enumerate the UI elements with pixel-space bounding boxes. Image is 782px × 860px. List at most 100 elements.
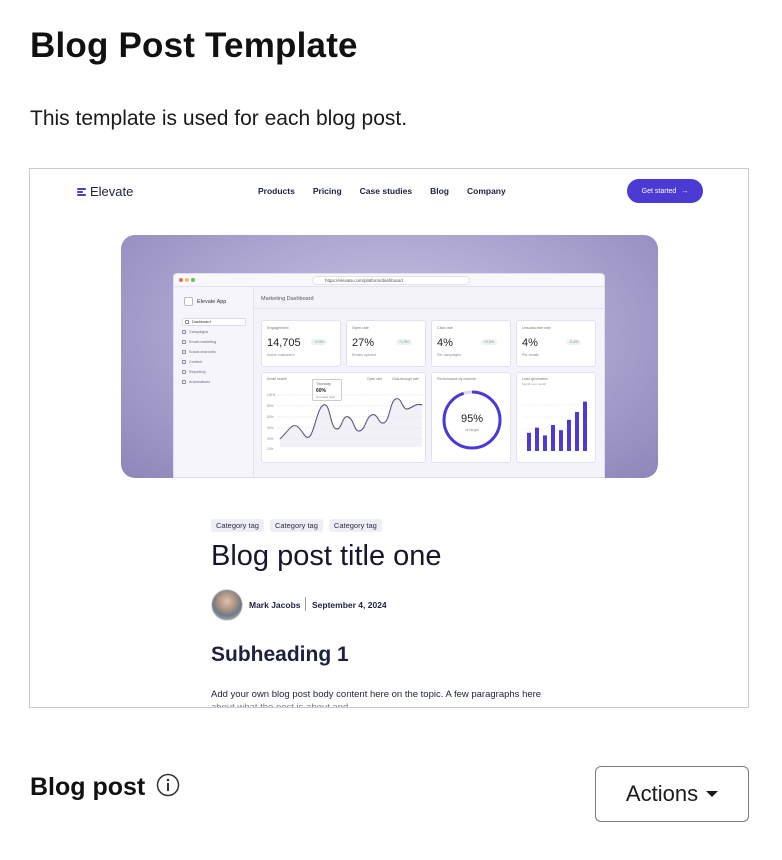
kpi-sub: Per campaigns — [437, 353, 461, 357]
site-logo-text: Elevate — [90, 184, 134, 199]
y-tick: 10% — [267, 447, 274, 451]
dashboard-title: Marketing Dashboard — [261, 296, 314, 302]
kpi-value: 4% — [522, 337, 538, 349]
email-line-chart — [278, 394, 423, 447]
browser-url: https://elevate.com/platform/dashboard — [312, 276, 470, 285]
category-tag[interactable]: Category tag — [269, 519, 323, 532]
hero-image: https://elevate.com/platform/dashboard E… — [121, 235, 658, 478]
y-tick: 60% — [267, 415, 274, 419]
caret-down-icon — [706, 791, 719, 797]
kpi-card: Engagement 14,705 +2.5% Active customers — [261, 320, 341, 367]
lead-bar — [567, 419, 571, 451]
kpi-label: Unsubscribe rate — [522, 326, 551, 330]
sidebar-item-email: Email marketing — [182, 340, 216, 344]
category-tags: Category tag Category tag Category tag — [211, 519, 382, 532]
nav-products[interactable]: Products — [258, 186, 295, 196]
dashboard-mockup: https://elevate.com/platform/dashboard E… — [173, 273, 605, 478]
sidebar-item-automations: Automations — [182, 380, 210, 384]
document-icon — [182, 360, 186, 364]
get-started-button[interactable]: Get started → — [627, 179, 703, 203]
arrow-right-icon: → — [681, 187, 689, 195]
report-icon — [182, 370, 186, 374]
author-name: Mark Jacobs — [249, 600, 301, 610]
lead-bar — [527, 432, 531, 451]
kpi-value: 27% — [352, 337, 375, 349]
lead-bar — [551, 425, 555, 451]
close-dot-icon — [179, 278, 183, 282]
actions-button[interactable]: Actions — [595, 766, 749, 822]
publish-date: September 4, 2024 — [312, 600, 387, 610]
lead-bar — [543, 435, 547, 451]
campaign-icon — [182, 330, 186, 334]
kpi-delta: +2.5% — [311, 339, 328, 345]
kpi-value: 14,705 — [267, 337, 301, 349]
body-text-cut: about what the post is about and — [211, 702, 349, 708]
lead-bar — [575, 412, 579, 451]
lead-bar — [559, 430, 563, 451]
subheading: Subheading 1 — [211, 643, 349, 666]
sidebar-label: Dashboard — [192, 320, 211, 324]
logo-icon — [77, 187, 86, 196]
mail-icon — [182, 340, 186, 344]
page-title: Blog Post Template — [30, 26, 358, 65]
template-preview: Elevate Products Pricing Case studies Bl… — [29, 168, 749, 708]
app-brand: Elevate App — [184, 297, 226, 306]
lead-bar — [583, 401, 587, 451]
section-title: Blog post — [30, 773, 146, 801]
kpi-delta: +2.5% — [481, 339, 498, 345]
info-icon[interactable] — [156, 773, 180, 797]
kpi-sub: Emails opened — [352, 353, 376, 357]
maximize-dot-icon — [191, 278, 195, 282]
category-tag[interactable]: Category tag — [211, 519, 264, 532]
kpi-label: Open rate — [352, 326, 369, 330]
sidebar-item-content: Content — [182, 360, 202, 364]
site-nav: Products Pricing Case studies Blog Compa… — [258, 186, 506, 196]
perf-sub: of target — [465, 428, 479, 432]
lead-bar-chart — [523, 401, 591, 451]
page-description: This template is used for each blog post… — [30, 107, 408, 130]
automation-icon — [182, 380, 186, 384]
kpi-delta: +1.5% — [396, 339, 413, 345]
grid-icon — [185, 320, 189, 324]
nav-pricing[interactable]: Pricing — [313, 186, 342, 196]
tooltip-day: Thursday — [316, 382, 331, 386]
y-tick: 80% — [267, 404, 274, 408]
minimize-dot-icon — [185, 278, 189, 282]
share-icon — [182, 350, 186, 354]
divider — [254, 308, 604, 309]
app-logo-icon — [184, 297, 193, 306]
card-subtitle: Month over month — [522, 382, 547, 386]
app-name: Elevate App — [197, 298, 227, 305]
performance-card: Performance by channel 95% of target — [431, 372, 511, 463]
lead-generation-card: Lead generation Month over month — [516, 372, 596, 463]
perf-value: 95% — [460, 413, 484, 425]
nav-company[interactable]: Company — [467, 186, 506, 196]
kpi-card: Click rate 4% +2.5% Per campaigns — [431, 320, 511, 367]
card-title: Performance by channel — [437, 377, 476, 381]
nav-blog[interactable]: Blog — [430, 186, 449, 196]
card-title: Lead generation — [522, 377, 548, 381]
y-tick: 40% — [267, 426, 274, 430]
post-title: Blog post title one — [211, 540, 442, 572]
email-health-card: Email health Open rate Click-through rat… — [261, 372, 426, 463]
sidebar-label: Social channels — [189, 350, 216, 354]
app-sidebar: Elevate App Dashboard Campaigns Email ma… — [174, 287, 254, 477]
divider — [305, 597, 306, 611]
kpi-label: Engagement — [267, 326, 289, 330]
legend-click: Click-through rate — [392, 377, 419, 381]
browser-bar: https://elevate.com/platform/dashboard — [174, 274, 604, 287]
site-logo[interactable]: Elevate — [77, 184, 133, 199]
kpi-value: 4% — [437, 337, 453, 349]
sidebar-item-dashboard: Dashboard — [182, 318, 246, 326]
kpi-sub: Per emails — [522, 353, 539, 357]
sidebar-label: Reporting — [189, 370, 206, 374]
category-tag[interactable]: Category tag — [328, 519, 382, 532]
card-title: Email health — [267, 377, 287, 381]
sidebar-label: Automations — [189, 380, 211, 384]
kpi-label: Click rate — [437, 326, 453, 330]
y-tick: 20% — [267, 437, 274, 441]
lead-bar — [535, 427, 539, 451]
nav-case-studies[interactable]: Case studies — [360, 186, 412, 196]
avatar — [211, 589, 243, 621]
sidebar-label: Campaigns — [189, 330, 209, 334]
